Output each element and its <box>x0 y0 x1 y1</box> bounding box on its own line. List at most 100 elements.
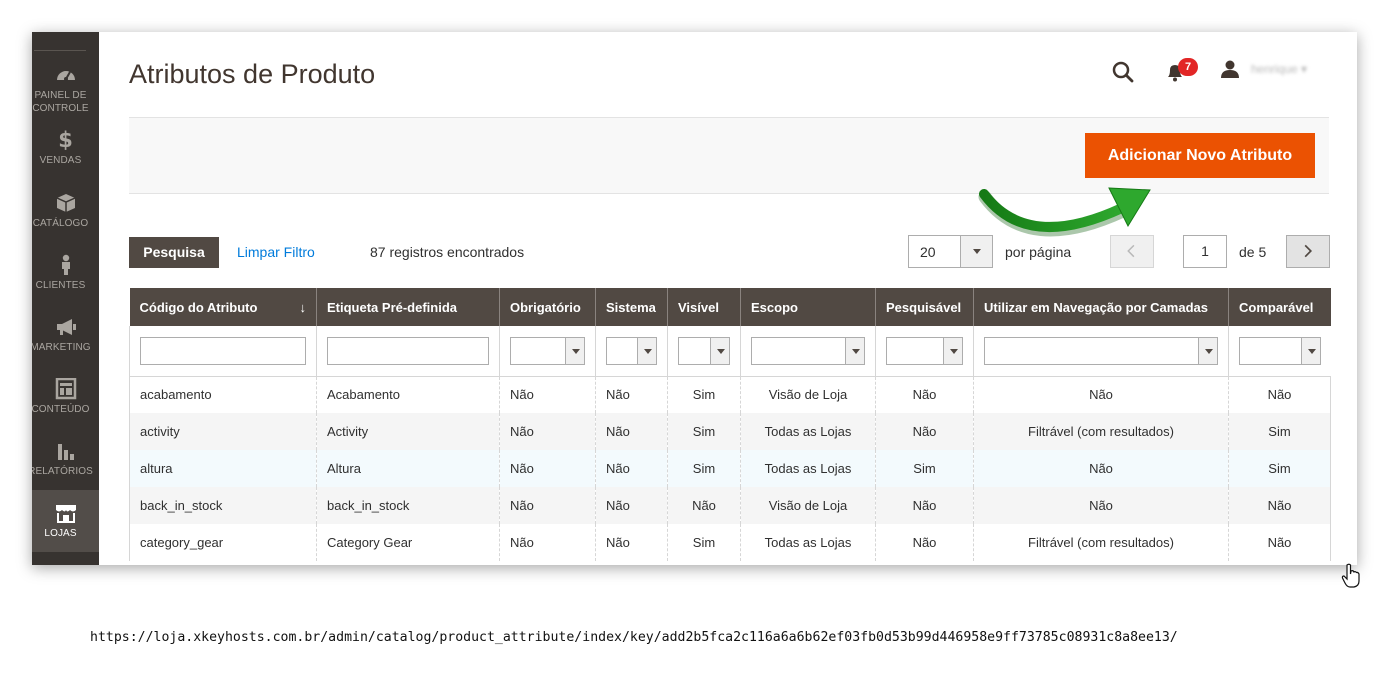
table-row[interactable]: activity Activity Não Não Sim Todas as Lojas N… <box>129 413 1331 450</box>
cell-system: Não <box>595 413 668 450</box>
store-icon <box>55 505 76 523</box>
column-header-default-label[interactable]: Etiqueta Pré-definida <box>316 288 500 326</box>
column-header-required[interactable]: Obrigatório <box>499 288 596 326</box>
sidebar-item-label: PAINEL DE CONTROLE <box>32 90 89 114</box>
current-page-input[interactable]: 1 <box>1183 235 1227 268</box>
cell-required: Não <box>499 376 596 413</box>
cell-comparable: Não <box>1228 376 1331 413</box>
caret-down-icon <box>973 249 981 254</box>
username-label: henrique <box>1251 62 1298 76</box>
sidebar-item-label: CONTEÚDO <box>32 404 90 415</box>
admin-sidebar: PAINEL DE CONTROLE $ VENDAS CATÁLOGO CLI… <box>32 32 99 565</box>
column-header-scope[interactable]: Escopo <box>740 288 876 326</box>
column-header-attribute-code[interactable]: Código do Atributo ↓ <box>129 288 317 326</box>
cell-default-label: back_in_stock <box>316 487 500 524</box>
cell-system: Não <box>595 487 668 524</box>
dashboard-icon <box>56 71 75 81</box>
cell-system: Não <box>595 524 668 561</box>
filter-layered-navigation-select[interactable] <box>984 336 1218 365</box>
table-row[interactable]: category_gear Category Gear Não Não Sim Todas… <box>129 524 1331 561</box>
cell-required: Não <box>499 450 596 487</box>
page-url: https://loja.xkeyhosts.com.br/admin/cata… <box>90 630 1178 645</box>
filter-cell <box>129 326 317 377</box>
person-icon <box>61 254 70 275</box>
sidebar-item-label: VENDAS <box>39 155 82 166</box>
dollar-icon: $ <box>58 128 73 152</box>
cell-comparable: Não <box>1228 487 1331 524</box>
previous-page-button[interactable] <box>1110 235 1154 268</box>
cell-visible: Sim <box>667 524 741 561</box>
grid-filter-row <box>129 326 1331 377</box>
sort-arrow-icon: ↓ <box>299 299 307 315</box>
sidebar-item-dashboard[interactable]: PAINEL DE CONTROLE <box>32 64 99 124</box>
table-row[interactable]: acabamento Acabamento Não Não Sim Visão de Lo… <box>129 376 1331 413</box>
reset-filter-link[interactable]: Limpar Filtro <box>237 244 315 260</box>
cell-scope: Visão de Loja <box>740 487 876 524</box>
user-icon[interactable] <box>1220 59 1240 79</box>
username-menu[interactable]: henrique ▾ <box>1251 62 1307 76</box>
admin-window: PAINEL DE CONTROLE $ VENDAS CATÁLOGO CLI… <box>32 32 1357 565</box>
per-page-toggle[interactable] <box>960 236 992 267</box>
column-header-layered-navigation[interactable]: Utilizar em Navegação por Camadas <box>973 288 1229 326</box>
cell-attribute-code: altura <box>129 450 317 487</box>
caret-down-icon <box>943 337 962 364</box>
filter-attribute-code-input[interactable] <box>140 336 306 365</box>
sidebar-item-label: CATÁLOGO <box>32 218 89 229</box>
search-button[interactable]: Pesquisa <box>129 237 219 268</box>
column-header-system[interactable]: Sistema <box>595 288 668 326</box>
cell-layered-navigation: Filtrável (com resultados) <box>973 413 1229 450</box>
chevron-left-icon <box>1127 244 1135 258</box>
filter-comparable-select[interactable] <box>1239 336 1321 365</box>
cell-attribute-code: back_in_stock <box>129 487 317 524</box>
per-page-label: por página <box>1005 244 1072 260</box>
table-row[interactable]: altura Altura Não Não Sim Todas as Lojas Sim Nã… <box>129 450 1331 487</box>
cell-searchable: Sim <box>875 450 974 487</box>
cell-searchable: Não <box>875 376 974 413</box>
filter-default-label-input[interactable] <box>327 336 489 365</box>
caret-down-icon <box>845 337 864 364</box>
caret-down-icon <box>710 337 729 364</box>
sidebar-item-label: RELATÓRIOS <box>32 466 93 477</box>
column-header-searchable[interactable]: Pesquisável <box>875 288 974 326</box>
per-page-select[interactable]: 20 <box>908 235 993 268</box>
add-new-attribute-button[interactable]: Adicionar Novo Atributo <box>1085 133 1315 178</box>
per-page-value: 20 <box>920 244 936 260</box>
cell-comparable: Não <box>1228 524 1331 561</box>
sidebar-item-customers[interactable]: CLIENTES <box>32 254 99 314</box>
filter-cell <box>973 326 1229 377</box>
sidebar-item-marketing[interactable]: MARKETING <box>32 316 99 376</box>
filter-searchable-select[interactable] <box>886 336 963 365</box>
bar-chart-icon <box>57 444 74 460</box>
cell-searchable: Não <box>875 524 974 561</box>
cell-comparable: Sim <box>1228 450 1331 487</box>
filter-system-select[interactable] <box>606 336 657 365</box>
cell-comparable: Sim <box>1228 413 1331 450</box>
sidebar-item-catalog[interactable]: CATÁLOGO <box>32 192 99 252</box>
next-page-button[interactable] <box>1286 235 1330 268</box>
filter-cell <box>875 326 974 377</box>
sidebar-item-stores[interactable]: LOJAS <box>32 490 99 552</box>
filter-cell <box>316 326 500 377</box>
cell-searchable: Não <box>875 487 974 524</box>
cell-required: Não <box>499 487 596 524</box>
cell-searchable: Não <box>875 413 974 450</box>
cell-scope: Todas as Lojas <box>740 524 876 561</box>
search-icon[interactable] <box>1111 60 1135 84</box>
sidebar-item-sales[interactable]: $ VENDAS <box>32 129 99 189</box>
filter-scope-select[interactable] <box>751 336 865 365</box>
attributes-grid: Código do Atributo ↓ Etiqueta Pré-definid… <box>129 288 1331 561</box>
filter-cell <box>667 326 741 377</box>
column-header-visible[interactable]: Visível <box>667 288 741 326</box>
filter-required-select[interactable] <box>510 336 585 365</box>
table-row[interactable]: back_in_stock back_in_stock Não Não Não Visão… <box>129 487 1331 524</box>
filter-cell <box>499 326 596 377</box>
cell-scope: Todas as Lojas <box>740 450 876 487</box>
cell-attribute-code: category_gear <box>129 524 317 561</box>
caret-down-icon <box>565 337 584 364</box>
column-header-label: Código do Atributo <box>139 299 258 315</box>
filter-cell <box>1228 326 1331 377</box>
sidebar-item-content[interactable]: CONTEÚDO <box>32 378 99 438</box>
column-header-comparable[interactable]: Comparável <box>1228 288 1331 326</box>
filter-visible-select[interactable] <box>678 336 730 365</box>
cell-default-label: Acabamento <box>316 376 500 413</box>
